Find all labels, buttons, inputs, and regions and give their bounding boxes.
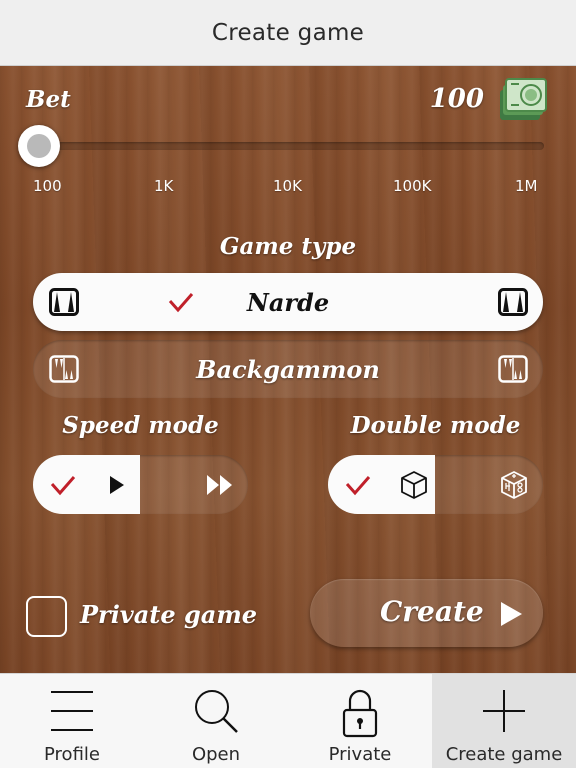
fast-forward-icon[interactable] xyxy=(205,473,235,497)
tab-label: Profile xyxy=(44,744,100,765)
tab-private[interactable]: Private xyxy=(288,674,432,768)
bet-tick-label: 100 xyxy=(33,177,62,195)
bet-tick-label: 100K xyxy=(393,177,432,195)
private-game-checkbox[interactable] xyxy=(26,596,67,637)
game-type-label: Backgammon xyxy=(196,354,380,384)
bet-tick-label: 1K xyxy=(154,177,174,195)
tab-label: Create game xyxy=(445,744,563,765)
play-icon xyxy=(501,602,522,626)
private-game-label: Private game xyxy=(80,600,258,629)
bet-label: Bet xyxy=(26,86,71,113)
speed-mode-title: Speed mode xyxy=(62,412,219,439)
backgammon-board-icon xyxy=(498,355,528,383)
tab-open[interactable]: Open xyxy=(144,674,288,768)
header: Create game xyxy=(0,0,576,66)
tab-create-game[interactable]: Create game xyxy=(432,674,576,768)
bet-slider-thumb[interactable] xyxy=(18,125,60,167)
tab-label: Private xyxy=(328,744,392,765)
double-mode-title: Double mode xyxy=(350,412,521,439)
tab-profile[interactable]: Profile xyxy=(0,674,144,768)
tab-bar: Profile Open Private Create game xyxy=(0,673,576,768)
tab-label: Open xyxy=(191,744,241,765)
create-button[interactable]: Create xyxy=(310,579,543,647)
menu-icon xyxy=(51,691,93,731)
search-icon xyxy=(195,690,238,733)
check-icon xyxy=(345,476,371,496)
game-type-label: Narde xyxy=(246,287,330,317)
bet-tick-label: 10K xyxy=(273,177,302,195)
money-icon xyxy=(500,78,547,120)
bet-tick-label: 1M xyxy=(515,177,538,195)
game-type-title: Game type xyxy=(219,233,357,260)
check-icon xyxy=(50,476,76,496)
double-mode-toggle[interactable] xyxy=(328,455,543,514)
lock-icon xyxy=(342,689,378,738)
play-icon xyxy=(110,476,124,494)
create-button-label: Create xyxy=(380,595,484,628)
die-icon xyxy=(401,471,427,499)
speed-mode-toggle[interactable] xyxy=(33,455,248,514)
bet-slider-track[interactable] xyxy=(30,142,544,150)
plus-icon xyxy=(483,690,525,732)
page-title: Create game xyxy=(211,19,365,46)
narde-board-icon xyxy=(498,288,528,316)
game-type-narde-option[interactable]: Narde xyxy=(33,273,543,331)
bet-value: 100 xyxy=(429,84,484,114)
doubling-cube-icon[interactable] xyxy=(500,470,528,500)
game-type-backgammon-option[interactable]: Backgammon xyxy=(33,340,543,398)
